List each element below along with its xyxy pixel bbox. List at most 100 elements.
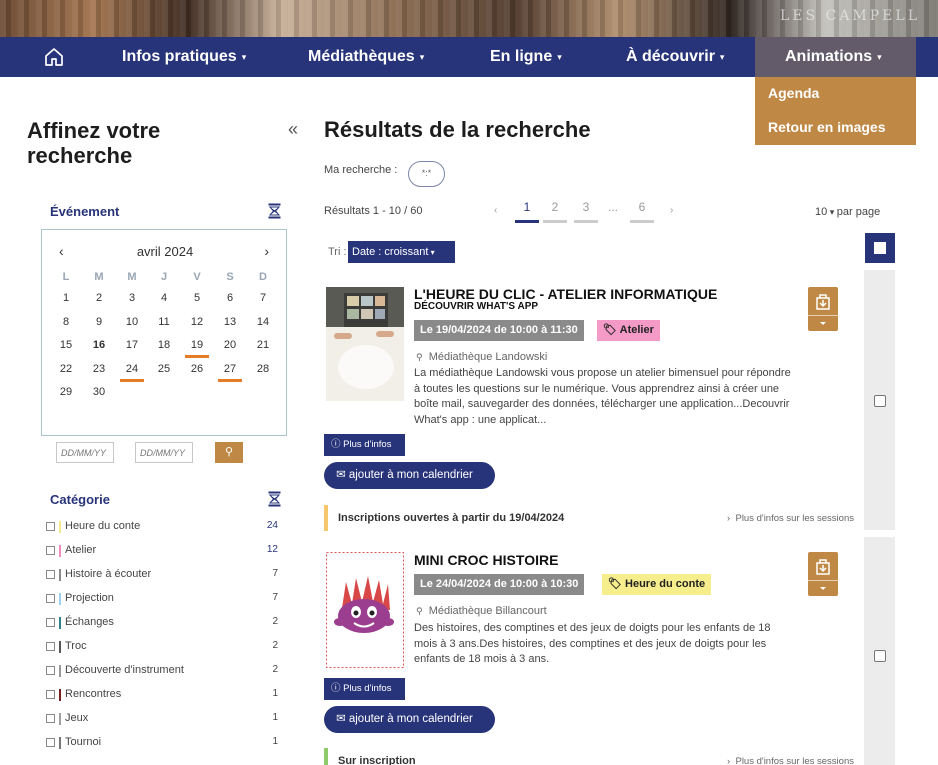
calendar-day[interactable]: 16 [85,339,113,351]
category-checkbox[interactable] [46,666,55,675]
select-all-button[interactable] [865,233,895,263]
calendar-day[interactable]: 4 [150,292,178,304]
result-actions-button[interactable] [808,552,838,596]
calendar-day[interactable]: 9 [85,316,113,328]
nav-a-decouvrir[interactable]: À découvrir ▾ [626,37,724,77]
category-item[interactable]: Histoire à écouter 7 [46,568,281,584]
category-count: 12 [266,544,278,555]
date-to-input[interactable] [135,442,193,463]
calendar-day[interactable]: 13 [216,316,244,328]
category-checkbox[interactable] [46,618,55,627]
pagination-prev-icon[interactable]: ‹ [494,205,497,216]
category-color-bar [59,737,61,749]
per-page-select[interactable]: 10 ▾ par page [815,206,880,218]
category-item[interactable]: Heure du conte 24 [46,520,281,536]
result-title[interactable]: MINI CROC HISTOIRE [414,552,558,568]
sort-select[interactable]: Date : croissant ▾ [348,241,455,263]
category-item[interactable]: Jeux 1 [46,712,281,728]
result-actions-button[interactable] [808,287,838,331]
inscription-text: Inscriptions ouvertes à partir du 19/04/… [338,512,565,524]
page-1[interactable]: 1 [515,200,539,223]
date-search-button[interactable]: ⚲ [215,442,243,463]
reset-filter-icon[interactable] [268,203,281,219]
nav-infos-pratiques[interactable]: Infos pratiques ▾ [122,37,246,77]
calendar-next-icon[interactable]: › [264,243,269,259]
calendar-day[interactable]: 1 [52,292,80,304]
result-date-badge: Le 19/04/2024 de 10:00 à 11:30 [414,320,584,341]
page-2[interactable]: 2 [543,200,567,223]
calendar-day[interactable]: 18 [150,339,178,351]
calendar-day[interactable]: 2 [85,292,113,304]
calendar-day[interactable]: 12 [183,316,211,328]
category-checkbox[interactable] [46,522,55,531]
calendar-day[interactable]: 7 [249,292,277,304]
calendar-day[interactable]: 14 [249,316,277,328]
category-checkbox[interactable] [46,642,55,651]
category-color-bar [59,545,61,557]
calendar-day[interactable]: 11 [150,316,178,328]
calendar-day[interactable]: 26 [183,363,211,375]
category-label: Histoire à écouter [65,568,152,580]
reset-filter-icon[interactable] [268,491,281,507]
category-item[interactable]: Troc 2 [46,640,281,656]
add-to-calendar-button[interactable]: ✉ ajouter à mon calendrier [324,706,495,733]
category-item[interactable]: Découverte d'instrument 2 [46,664,281,680]
result-subtitle: DÉCOUVRIR WHAT'S APP [414,301,539,312]
collapse-sidebar-icon[interactable]: « [288,119,298,140]
calendar-day[interactable]: 5 [183,292,211,304]
nav-mediatheques[interactable]: Médiathèques ▾ [308,37,424,77]
calendar-day[interactable]: 17 [118,339,146,351]
dropdown-item-agenda[interactable]: Agenda [768,85,819,101]
calendar-day[interactable]: 30 [85,386,113,398]
calendar-weekday: J [160,271,168,283]
category-item[interactable]: Échanges 2 [46,616,281,632]
sessions-link[interactable]: › Plus d'infos sur les sessions [727,513,854,524]
pagination-next-icon[interactable]: › [670,205,673,216]
search-term-pill[interactable]: *:* [408,161,445,187]
calendar-day[interactable]: 10 [118,316,146,328]
calendar-day[interactable]: 25 [150,363,178,375]
category-checkbox[interactable] [46,690,55,699]
calendar-day[interactable]: 15 [52,339,80,351]
category-checkbox[interactable] [46,738,55,747]
date-from-input[interactable] [56,442,114,463]
calendar-day[interactable]: 19 [183,339,211,358]
sessions-link[interactable]: › Plus d'infos sur les sessions [727,756,854,765]
more-info-button[interactable]: ⓘ Plus d'infos [324,678,405,700]
per-page-value: 10 [815,206,828,218]
calendar-day[interactable]: 20 [216,339,244,351]
home-icon[interactable] [43,46,65,68]
nav-en-ligne[interactable]: En ligne ▾ [490,37,562,77]
more-info-button[interactable]: ⓘ Plus d'infos [324,434,405,456]
category-checkbox[interactable] [46,594,55,603]
add-to-calendar-button[interactable]: ✉ ajouter à mon calendrier [324,462,495,489]
category-item[interactable]: Projection 7 [46,592,281,608]
category-color-bar [59,569,61,581]
category-item[interactable]: Rencontres 1 [46,688,281,704]
category-item[interactable]: Atelier 12 [46,544,281,560]
result-checkbox[interactable] [874,395,886,407]
calendar-day[interactable]: 22 [52,363,80,375]
category-item[interactable]: Tournoi 1 [46,736,281,752]
calendar-day[interactable]: 24 [118,363,146,382]
calendar-day[interactable]: 28 [249,363,277,375]
category-checkbox[interactable] [46,714,55,723]
calendar-day[interactable]: 8 [52,316,80,328]
calendar-day[interactable]: 6 [216,292,244,304]
page-6[interactable]: 6 [630,200,654,223]
calendar-day[interactable]: 23 [85,363,113,375]
result-checkbox[interactable] [874,650,886,662]
result-title[interactable]: L'HEURE DU CLIC - ATELIER INFORMATIQUE [414,286,717,302]
category-count: 2 [272,616,278,627]
calendar-day[interactable]: 27 [216,363,244,382]
category-checkbox[interactable] [46,570,55,579]
calendar-day[interactable]: 3 [118,292,146,304]
nav-animations[interactable]: Animations ▾ [755,37,916,77]
page-3[interactable]: 3 [574,200,598,223]
calendar-day[interactable]: 21 [249,339,277,351]
category-checkbox[interactable] [46,546,55,555]
calendar-day[interactable]: 29 [52,386,80,398]
dropdown-item-retour-en-images[interactable]: Retour en images [768,119,885,135]
calendar-weekday: S [226,271,234,283]
category-color-bar [59,689,61,701]
